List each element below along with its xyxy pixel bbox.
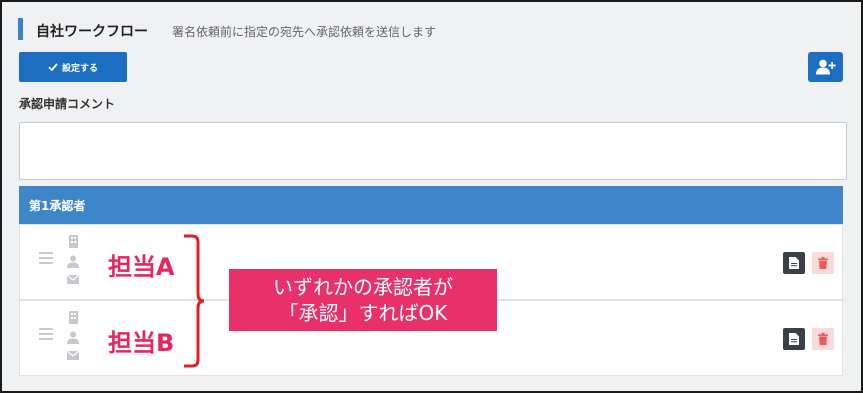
set-button-label: 設定する — [61, 62, 98, 73]
drag-handle-icon[interactable] — [39, 252, 53, 267]
document-icon — [789, 333, 799, 345]
workflow-window: 自社ワークフロー 署名依頼前に指定の宛先へ承認依頼を送信します 設定する 承認申… — [0, 0, 863, 393]
person-icon — [67, 255, 79, 268]
approver-detail-icons — [66, 235, 80, 284]
comment-label: 承認申請コメント — [19, 97, 116, 111]
add-user-button[interactable] — [808, 52, 843, 82]
person-icon — [67, 331, 79, 344]
drag-handle-icon[interactable] — [39, 328, 53, 343]
document-button[interactable] — [783, 328, 805, 350]
trash-icon — [818, 333, 828, 345]
approver-panel-header: 第1承認者 — [19, 186, 843, 224]
approver-detail-icons — [66, 311, 80, 360]
delete-button[interactable] — [812, 328, 834, 350]
bracket-annotation — [184, 234, 205, 368]
trash-icon — [818, 257, 828, 269]
user-plus-icon — [815, 59, 836, 75]
document-button[interactable] — [783, 252, 805, 274]
section-accent-bar — [18, 18, 23, 40]
annotation-callout: いずれかの承認者が 「承認」すればOK — [229, 269, 497, 331]
building-icon — [68, 311, 78, 324]
annotation-line2: 「承認」すればOK — [278, 301, 448, 325]
building-icon — [68, 235, 78, 248]
approver-panel-title: 第1承認者 — [29, 198, 86, 213]
envelope-icon — [67, 275, 79, 284]
set-button[interactable]: 設定する — [19, 52, 127, 82]
delete-button[interactable] — [812, 252, 834, 274]
document-icon — [789, 257, 799, 269]
check-icon — [48, 63, 58, 72]
approver-name: 担当A — [108, 253, 175, 281]
annotation-line1: いずれかの承認者が — [273, 275, 453, 299]
approver-name: 担当B — [108, 329, 175, 357]
section-title: 自社ワークフロー — [36, 24, 148, 40]
envelope-icon — [67, 351, 79, 360]
comment-textarea[interactable] — [19, 122, 847, 180]
section-subtitle: 署名依頼前に指定の宛先へ承認依頼を送信します — [172, 25, 437, 39]
